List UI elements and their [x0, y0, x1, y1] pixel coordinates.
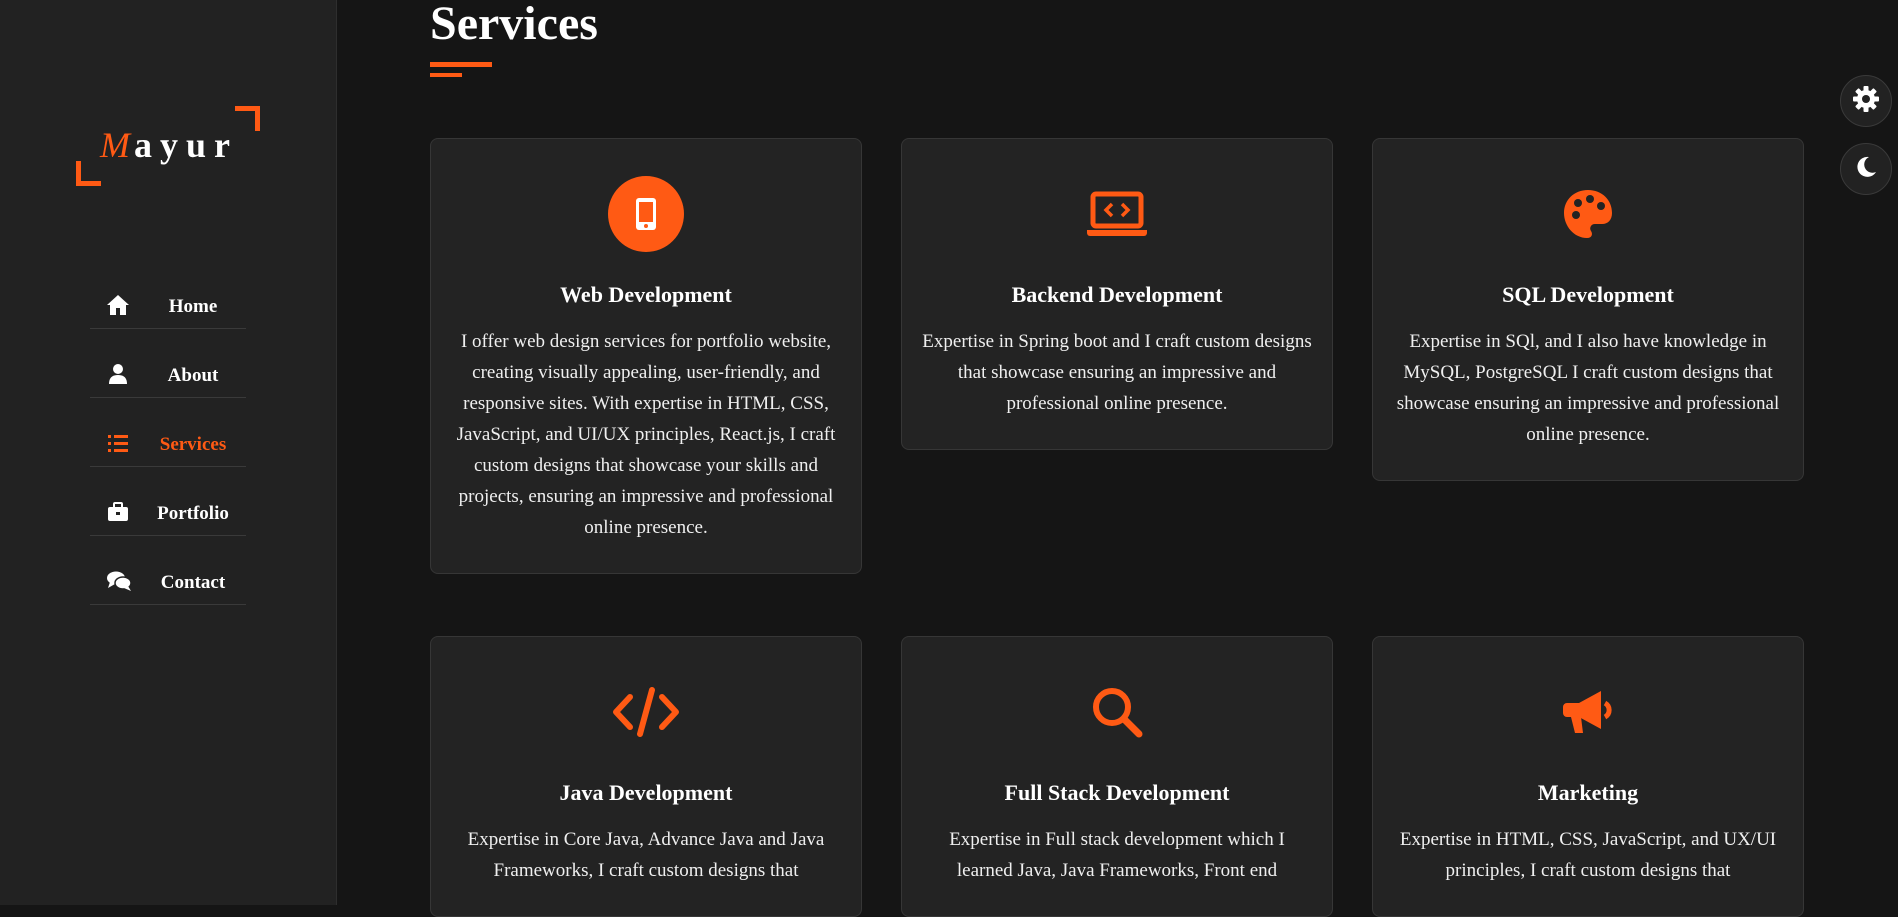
mobile-icon	[608, 176, 684, 252]
logo-corner-bottom-left	[76, 161, 101, 186]
service-card-web-development: Web Development I offer web design servi…	[430, 138, 862, 574]
service-card-text: Expertise in Spring boot and I craft cus…	[922, 331, 1312, 414]
service-card-marketing: Marketing Expertise in HTML, CSS, JavaSc…	[1372, 636, 1804, 917]
service-card-text: Expertise in Core Java, Advance Java and…	[467, 829, 825, 881]
logo-first-letter: M	[100, 125, 134, 165]
service-card-text: Expertise in HTML, CSS, JavaScript, and …	[1399, 829, 1777, 881]
title-underline-short	[430, 73, 462, 77]
comments-icon	[106, 570, 132, 592]
main-content: Services Web Development I offer web des…	[336, 0, 1898, 917]
service-card-text: Expertise in SQl, and I also have knowle…	[1396, 331, 1780, 445]
service-card-full-stack-development: Full Stack Development Expertise in Full…	[901, 636, 1333, 917]
nav-label-portfolio: Portfolio	[157, 503, 229, 524]
title-underline	[430, 62, 492, 67]
service-card-sql-development: SQL Development Expertise in SQl, and I …	[1372, 138, 1804, 481]
nav-item-services[interactable]: Services	[90, 420, 246, 467]
nav-item-home[interactable]: Home	[90, 282, 246, 329]
bullhorn-icon	[1550, 674, 1626, 750]
service-card-title: Web Development	[560, 282, 732, 307]
search-icon	[1079, 674, 1155, 750]
user-icon	[106, 363, 130, 385]
palette-icon	[1550, 176, 1626, 252]
service-card-title: Full Stack Development	[1004, 780, 1230, 805]
nav-item-about[interactable]: About	[90, 351, 246, 398]
nav-label-home: Home	[168, 296, 218, 317]
service-card-text: Expertise in Full stack development whic…	[949, 829, 1285, 881]
laptop-code-icon	[1079, 176, 1155, 252]
settings-button[interactable]	[1840, 75, 1892, 127]
logo[interactable]: Mayur	[76, 106, 260, 186]
service-card-text: I offer web design services for portfoli…	[456, 331, 836, 538]
main-nav: Home About Services Portfolio Contact	[90, 282, 246, 627]
service-card-title: Backend Development	[1011, 282, 1223, 307]
logo-rest: ayur	[134, 125, 238, 165]
list-icon	[106, 432, 130, 454]
service-card-backend-development: Backend Development Expertise in Spring …	[901, 138, 1333, 450]
service-card-title: Marketing	[1537, 780, 1639, 805]
nav-label-contact: Contact	[160, 572, 226, 593]
moon-icon	[1854, 155, 1878, 184]
home-icon	[106, 294, 130, 316]
nav-item-contact[interactable]: Contact	[90, 558, 246, 605]
logo-corner-top-right	[235, 106, 260, 131]
logo-text: Mayur	[100, 124, 238, 166]
service-card-title: SQL Development	[1502, 282, 1674, 307]
nav-label-about: About	[167, 365, 219, 386]
page-title: Services	[430, 0, 598, 50]
nav-item-portfolio[interactable]: Portfolio	[90, 489, 246, 536]
service-card-title: Java Development	[559, 780, 733, 805]
nav-label-services: Services	[159, 434, 227, 455]
gear-icon	[1852, 85, 1880, 118]
code-icon	[608, 674, 684, 750]
sidebar: Mayur Home About Services Portfolio Cont…	[0, 0, 337, 905]
briefcase-icon	[106, 501, 130, 523]
theme-toggle-button[interactable]	[1840, 143, 1892, 195]
service-card-java-development: Java Development Expertise in Core Java,…	[430, 636, 862, 917]
